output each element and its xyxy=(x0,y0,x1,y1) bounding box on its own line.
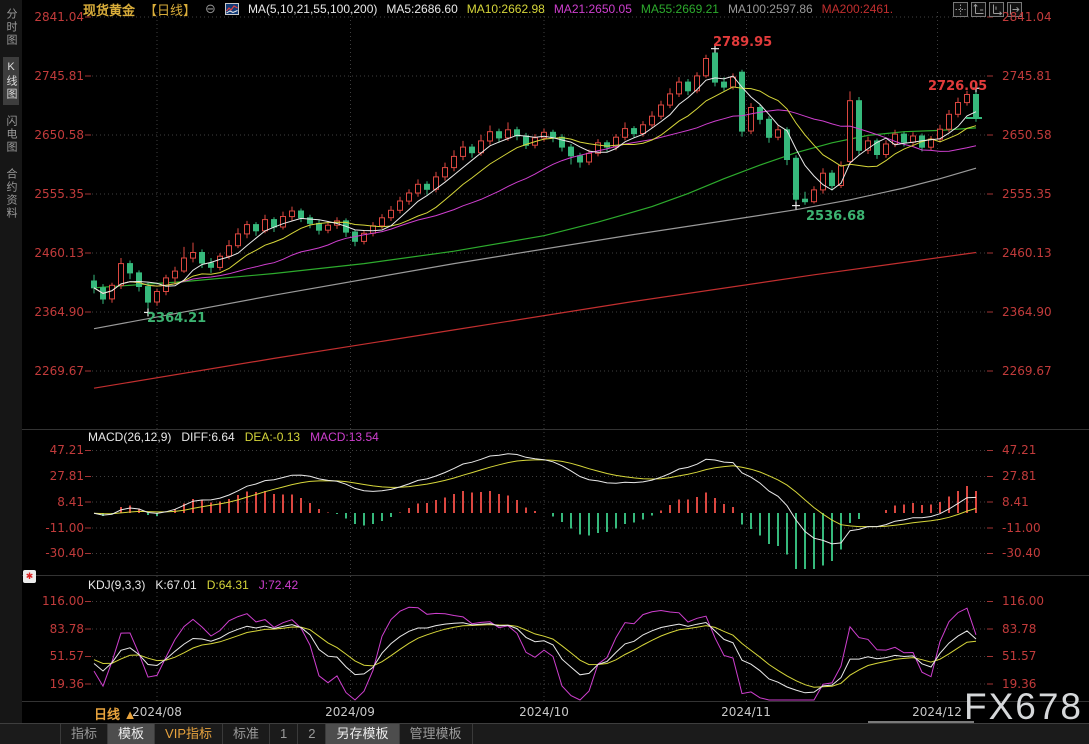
tab-save-template[interactable]: 另存模板 xyxy=(325,724,398,744)
y-axis-label: 2555.35 xyxy=(26,187,84,201)
tab-vip-indicators[interactable]: VIP指标 xyxy=(154,724,222,744)
mini-chart-icon[interactable] xyxy=(225,3,239,15)
link-toggle-icon[interactable]: ⊖ xyxy=(205,1,216,17)
tab-manage-template[interactable]: 管理模板 xyxy=(399,724,473,744)
tab-template-1[interactable]: 1 xyxy=(269,724,297,744)
kdj-axis-label: 83.78 xyxy=(1002,622,1062,636)
tab-standard[interactable]: 标准 xyxy=(222,724,269,744)
y-axis-label: 2364.90 xyxy=(1002,305,1062,319)
y-axis-label: 2269.67 xyxy=(1002,364,1062,378)
y-axis-label: 2364.90 xyxy=(26,305,84,319)
y-axis-label: 2269.67 xyxy=(26,364,84,378)
y-axis-zoom-icon[interactable] xyxy=(971,2,986,17)
y-axis-label: 2841.04 xyxy=(1002,10,1062,24)
y-axis-label: 2841.04 xyxy=(26,10,84,24)
tab-indicators[interactable]: 指标 xyxy=(60,724,107,744)
x-axis-label: 2024/09 xyxy=(320,705,380,719)
y-axis-label: 2555.35 xyxy=(1002,187,1062,201)
indicator-settings-button[interactable]: ✱ xyxy=(23,570,36,583)
macd-axis-label: -30.40 xyxy=(1002,546,1062,560)
macd-diff-value: DIFF:6.64 xyxy=(181,430,234,444)
macd-axis-label: 47.21 xyxy=(1002,443,1062,457)
kdj-k-value: K:67.01 xyxy=(155,578,196,592)
ma200-value: MA200:2461. xyxy=(822,2,893,16)
macd-dea-value: DEA:-0.13 xyxy=(245,430,300,444)
macd-axis-label: 47.21 xyxy=(26,443,84,457)
y-axis-label: 2745.81 xyxy=(1002,69,1062,83)
pan-icon[interactable] xyxy=(953,2,968,17)
kdj-axis-label: 116.00 xyxy=(1002,594,1062,608)
kdj-j-value: J:72.42 xyxy=(259,578,298,592)
x-axis-label: 2024/12 xyxy=(907,705,967,719)
kdj-d-value: D:64.31 xyxy=(207,578,249,592)
ma-params-label: MA(5,10,21,55,100,200) xyxy=(248,2,377,16)
x-axis-label: 2024/10 xyxy=(514,705,574,719)
high-price-annotation: 2789.95 xyxy=(713,35,772,50)
kdj-axis-label: 116.00 xyxy=(26,594,84,608)
y-axis-label: 2460.13 xyxy=(1002,246,1062,260)
tab-templates[interactable]: 模板 xyxy=(107,724,154,744)
ma21-value: MA21:2650.05 xyxy=(554,2,632,16)
macd-title: MACD(26,12,9) xyxy=(88,430,171,444)
low-price-annotation: 2364.21 xyxy=(147,311,206,326)
y-axis-label: 2460.13 xyxy=(26,246,84,260)
watermark: FX678 xyxy=(964,686,1083,728)
y-axis-label: 2650.58 xyxy=(26,128,84,142)
kdj-axis-label: 19.36 xyxy=(26,677,84,691)
bottom-toolbar: 指标 模板 VIP指标 标准 1 2 另存模板 管理模板 xyxy=(0,723,1089,744)
macd-macd-value: MACD:13.54 xyxy=(310,430,379,444)
high-price-annotation: 2726.05 xyxy=(928,79,987,94)
chart-header: 现货黄金 【日线】 ⊖ MA(5,10,21,55,100,200) MA5:2… xyxy=(83,1,893,17)
macd-header: MACD(26,12,9) DIFF:6.64 DEA:-0.13 MACD:1… xyxy=(88,430,379,444)
period-tag: 【日线】 xyxy=(144,0,196,19)
y-axis-label: 2745.81 xyxy=(26,69,84,83)
period-label: 日线 xyxy=(94,707,120,722)
kdj-header: KDJ(9,3,3) K:67.01 D:64.31 J:72.42 xyxy=(88,578,298,592)
x-axis-label: 2024/08 xyxy=(127,705,187,719)
kdj-axis-label: 83.78 xyxy=(26,622,84,636)
kdj-axis-label: 51.57 xyxy=(1002,649,1062,663)
tab-template-2[interactable]: 2 xyxy=(297,724,325,744)
y-axis-label: 2650.58 xyxy=(1002,128,1062,142)
kdj-axis-label: 51.57 xyxy=(26,649,84,663)
chart-canvas[interactable] xyxy=(0,0,1089,744)
kdj-title: KDJ(9,3,3) xyxy=(88,578,145,592)
macd-axis-label: 8.41 xyxy=(1002,495,1062,509)
ma100-value: MA100:2597.86 xyxy=(728,2,813,16)
x-axis-label: 2024/11 xyxy=(716,705,776,719)
app-root: 分时图 K线图 闪电图 合约资料 现货黄金 【日线】 ⊖ MA(5,10,21,… xyxy=(0,0,1089,744)
macd-axis-label: -30.40 xyxy=(26,546,84,560)
macd-axis-label: -11.00 xyxy=(26,521,84,535)
macd-axis-label: -11.00 xyxy=(1002,521,1062,535)
macd-axis-label: 27.81 xyxy=(26,469,84,483)
symbol-name: 现货黄金 xyxy=(83,0,135,19)
ma5-value: MA5:2686.60 xyxy=(386,2,457,16)
macd-axis-label: 27.81 xyxy=(1002,469,1062,483)
ma10-value: MA10:2662.98 xyxy=(467,2,545,16)
macd-axis-label: 8.41 xyxy=(26,495,84,509)
low-price-annotation: 2536.68 xyxy=(806,209,865,224)
ma55-value: MA55:2669.21 xyxy=(641,2,719,16)
